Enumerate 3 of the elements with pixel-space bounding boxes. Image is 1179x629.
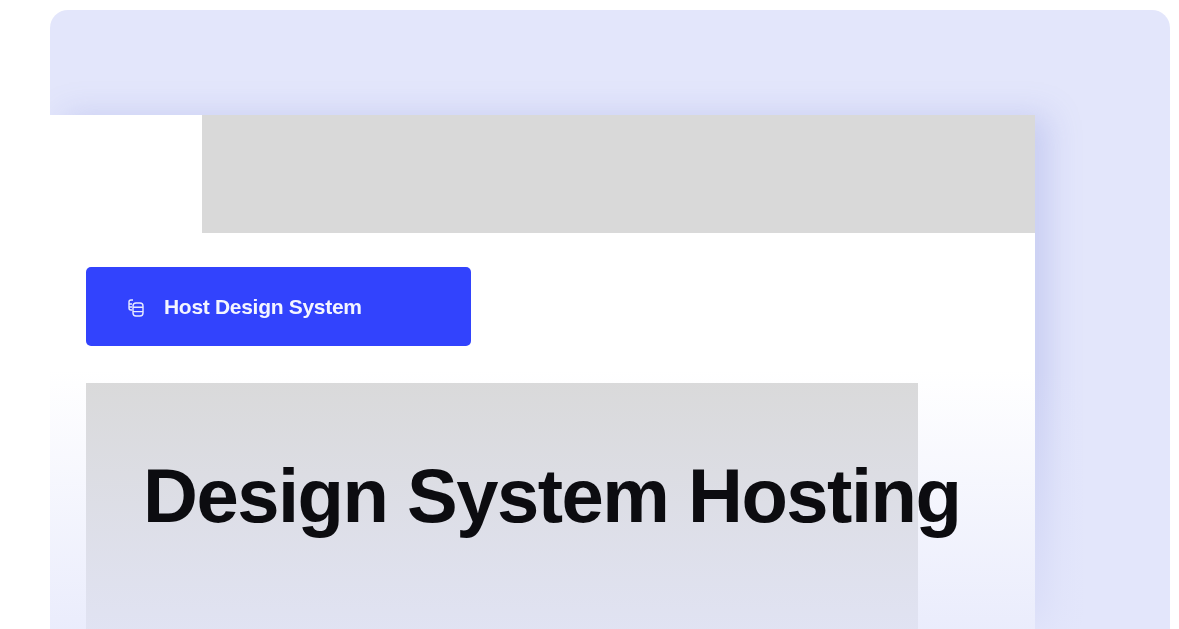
host-design-system-button[interactable]: Host Design System bbox=[86, 267, 471, 346]
heading: Design System Hosting bbox=[143, 452, 961, 539]
database-icon bbox=[126, 296, 146, 317]
